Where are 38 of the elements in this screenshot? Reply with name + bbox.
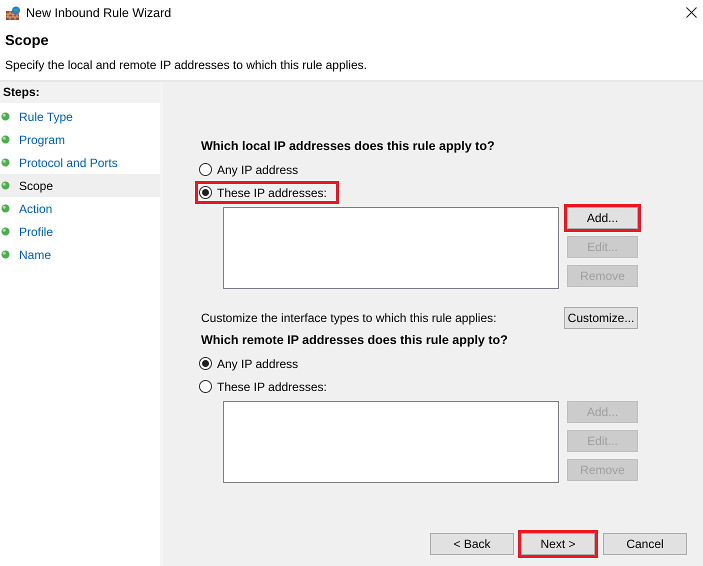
step-item[interactable]: Profile <box>19 224 54 238</box>
radio-option[interactable]: These IP addresses: <box>195 181 339 204</box>
wizard-button[interactable]: Add... <box>567 207 638 229</box>
status-dot-icon <box>1 250 10 259</box>
radio-option[interactable]: Any IP address <box>195 352 310 375</box>
status-dot-icon <box>1 181 10 190</box>
status-dot-icon <box>1 135 10 144</box>
page-title: Scope <box>5 33 49 49</box>
radio-button[interactable] <box>199 186 212 199</box>
status-dot-icon <box>1 112 10 121</box>
wizard-button[interactable]: Cancel <box>603 533 687 555</box>
status-dot-icon <box>1 204 10 213</box>
step-item[interactable]: Name <box>19 248 52 262</box>
window-title: New Inbound Rule Wizard <box>26 6 172 20</box>
radio-option[interactable]: These IP addresses: <box>195 375 339 398</box>
interface-types-text: Customize the interface types to which this rule applies: <box>201 311 496 325</box>
radio-button[interactable] <box>199 380 212 393</box>
ip-address-list[interactable] <box>223 401 559 483</box>
brick-wall-icon <box>6 6 21 20</box>
steps-heading: Steps: <box>0 82 160 103</box>
radio-button[interactable] <box>199 357 212 370</box>
radio-button[interactable] <box>199 163 212 176</box>
step-item[interactable]: Scope <box>19 178 54 192</box>
step-item[interactable]: Program <box>19 132 66 146</box>
status-dot-icon <box>1 158 10 167</box>
page-description: Specify the local and remote IP addresses to which this rule applies. <box>5 58 368 72</box>
status-dot-icon <box>1 227 10 236</box>
wizard-button[interactable]: Next > <box>521 533 595 555</box>
close-icon[interactable] <box>686 7 697 18</box>
step-item[interactable]: Action <box>19 202 52 216</box>
wizard-button[interactable]: Customize... <box>564 307 638 329</box>
section-question: Which remote IP addresses does this rule apply to? <box>201 332 509 348</box>
step-item[interactable]: Protocol and Ports <box>19 156 118 170</box>
section-question: Which local IP addresses does this rule apply to? <box>201 138 496 154</box>
ip-address-list[interactable] <box>223 207 559 289</box>
step-item[interactable]: Rule Type <box>19 110 73 124</box>
radio-option[interactable]: Any IP address <box>195 158 310 181</box>
wizard-button[interactable]: < Back <box>430 533 514 555</box>
